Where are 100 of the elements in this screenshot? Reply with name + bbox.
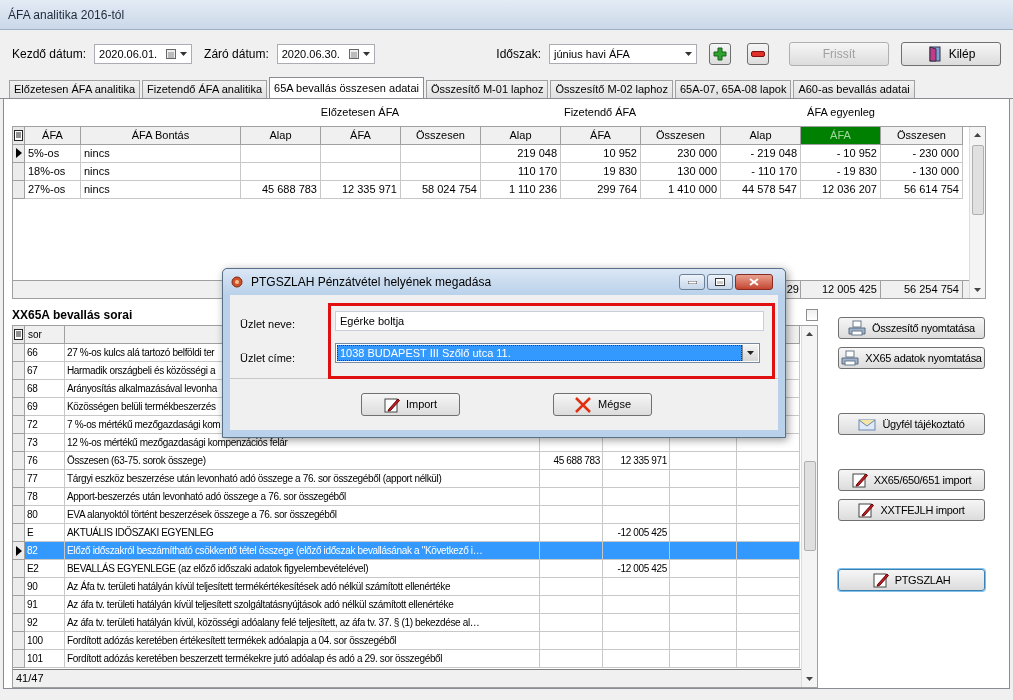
printer-icon	[848, 320, 867, 336]
table-cell: 92	[25, 614, 65, 632]
table-cell: 78	[25, 488, 65, 506]
table-cell: - 130 000	[881, 162, 963, 181]
column-header[interactable]: ÁFA	[321, 126, 401, 145]
column-header[interactable]: ÁFA	[561, 126, 641, 145]
tab[interactable]: Összesítő M-02 laphoz	[550, 80, 673, 98]
tab[interactable]: 65A-07, 65A-08 lapok	[675, 80, 792, 98]
action-button[interactable]: Ügyfél tájékoztató	[838, 413, 985, 435]
column-header[interactable]: Összesen	[641, 126, 721, 145]
table-cell: 27%-os	[25, 180, 81, 199]
dialog-title: PTGSZLAH Pénzátvétel helyének megadása	[251, 274, 493, 291]
column-header[interactable]: sor	[25, 326, 65, 344]
date-label: Záró dátum:	[204, 46, 269, 63]
column-header[interactable]: Alap	[721, 126, 801, 145]
column-header[interactable]: ÁFA	[25, 126, 81, 145]
table-cell	[540, 632, 603, 650]
action-button[interactable]: PTGSZLAH	[838, 569, 985, 591]
calendar-icon	[166, 49, 177, 59]
plus-icon	[713, 47, 727, 61]
maximize-button[interactable]	[707, 274, 733, 290]
table-cell: 67	[25, 362, 65, 380]
import-button[interactable]: Import	[361, 393, 460, 416]
total-cell: 56 254 754	[881, 281, 963, 298]
checkbox[interactable]	[806, 309, 818, 321]
column-header[interactable]: Összesen	[401, 126, 481, 145]
calendar-icon	[348, 49, 359, 59]
tab[interactable]: A60-as bevallás adatai	[793, 80, 915, 98]
pencil-icon	[858, 502, 875, 518]
tab[interactable]: Előzetesen ÁFA analitika	[9, 80, 141, 98]
table-cell: 1 410 000	[641, 180, 721, 199]
column-header[interactable]: Összesen	[881, 126, 963, 145]
close-button[interactable]	[735, 274, 773, 290]
table-cell: 58 024 754	[401, 180, 481, 199]
pencil-icon	[851, 472, 868, 488]
table-cell	[670, 632, 737, 650]
pencil-icon	[383, 396, 400, 413]
table-cell: Az áfa tv. területi hatályán kívül teljesített szolgáltatásnyújtások adó nélkül számított ellenértéke	[65, 596, 540, 614]
table-cell: 66	[25, 344, 65, 362]
table-cell	[670, 452, 737, 470]
table-cell	[670, 542, 737, 560]
table-cell: 69	[25, 398, 65, 416]
exit-button[interactable]: Kilép	[901, 42, 1001, 66]
close-icon	[749, 278, 759, 286]
table-cell: 44 578 547	[721, 180, 801, 199]
column-header[interactable]: ÁFA Bontás	[81, 126, 241, 145]
row-header[interactable]	[13, 542, 25, 560]
table-cell: nincs	[81, 180, 241, 199]
scrollbar-thumb[interactable]	[971, 144, 984, 215]
minimize-icon	[687, 280, 697, 284]
table-cell: - 219 048	[721, 144, 801, 163]
table-cell: 12 335 971	[603, 452, 670, 470]
cancel-button[interactable]: Mégse	[553, 393, 652, 416]
action-button[interactable]: XX65 adatok nyomtatása	[838, 347, 985, 369]
table-cell	[737, 452, 800, 470]
table-cell	[670, 470, 737, 488]
tab[interactable]: Fizetendő ÁFA analitika	[142, 80, 268, 98]
add-button[interactable]	[709, 43, 731, 65]
envelope-icon	[858, 417, 877, 431]
column-header[interactable]: Alap	[241, 126, 321, 145]
table-cell: 12 335 971	[321, 180, 401, 199]
remove-button[interactable]	[747, 43, 769, 65]
action-button[interactable]: XXTFEJLH import	[838, 499, 985, 521]
scrollbar[interactable]	[801, 326, 817, 687]
table-cell: Fordított adózás keretében értékesített termékek adóalapja a 04. sor összegéből	[65, 632, 540, 650]
column-header[interactable]: Alap	[481, 126, 561, 145]
pencil-icon	[872, 572, 889, 588]
scrollbar[interactable]	[969, 126, 985, 298]
action-button[interactable]: Összesítő nyomtatása	[838, 317, 985, 339]
section-title: XX65A bevallás sorai	[12, 307, 133, 324]
table-cell	[737, 614, 800, 632]
table-cell	[670, 596, 737, 614]
tab[interactable]: 65A bevallás összesen adatai	[269, 77, 424, 98]
date-field[interactable]: 2020.06.30.	[276, 44, 375, 64]
tab[interactable]: Összesítő M-01 laphoz	[426, 80, 549, 98]
minimize-button[interactable]	[679, 274, 705, 290]
scrollbar-thumb[interactable]	[803, 460, 816, 551]
table-cell: Apport-beszerzés után levonható adó összege a 76. sor összegéből	[65, 488, 540, 506]
table-cell	[540, 578, 603, 596]
table-cell: 90	[25, 578, 65, 596]
table-cell	[670, 560, 737, 578]
text-field[interactable]: Egérke boltja	[335, 311, 764, 331]
table-cell	[670, 578, 737, 596]
date-label: Kezdő dátum:	[12, 46, 87, 63]
table-cell: 45 688 783	[540, 452, 603, 470]
table-cell: 77	[25, 470, 65, 488]
group-header: Fizetendő ÁFA	[562, 105, 638, 121]
table-cell: 72	[25, 416, 65, 434]
action-button[interactable]: XX65/650/651 import	[838, 469, 985, 491]
table-cell	[603, 506, 670, 524]
record-counter: 41/47	[16, 671, 44, 687]
table-cell: 91	[25, 596, 65, 614]
table-cell: BEVALLÁS EGYENLEGE (az előző időszaki adatok figyelembevételével)	[65, 560, 540, 578]
table-cell: EVA alanyoktól történt beszerzések összege a 76. sor összegéből	[65, 506, 540, 524]
cross-icon	[574, 396, 592, 413]
date-field[interactable]: 2020.06.01.	[94, 44, 193, 64]
table-cell: 130 000	[641, 162, 721, 181]
period-dropdown[interactable]: június havi ÁFA	[549, 44, 697, 64]
table-cell: 110 170	[481, 162, 561, 181]
table-cell	[540, 596, 603, 614]
